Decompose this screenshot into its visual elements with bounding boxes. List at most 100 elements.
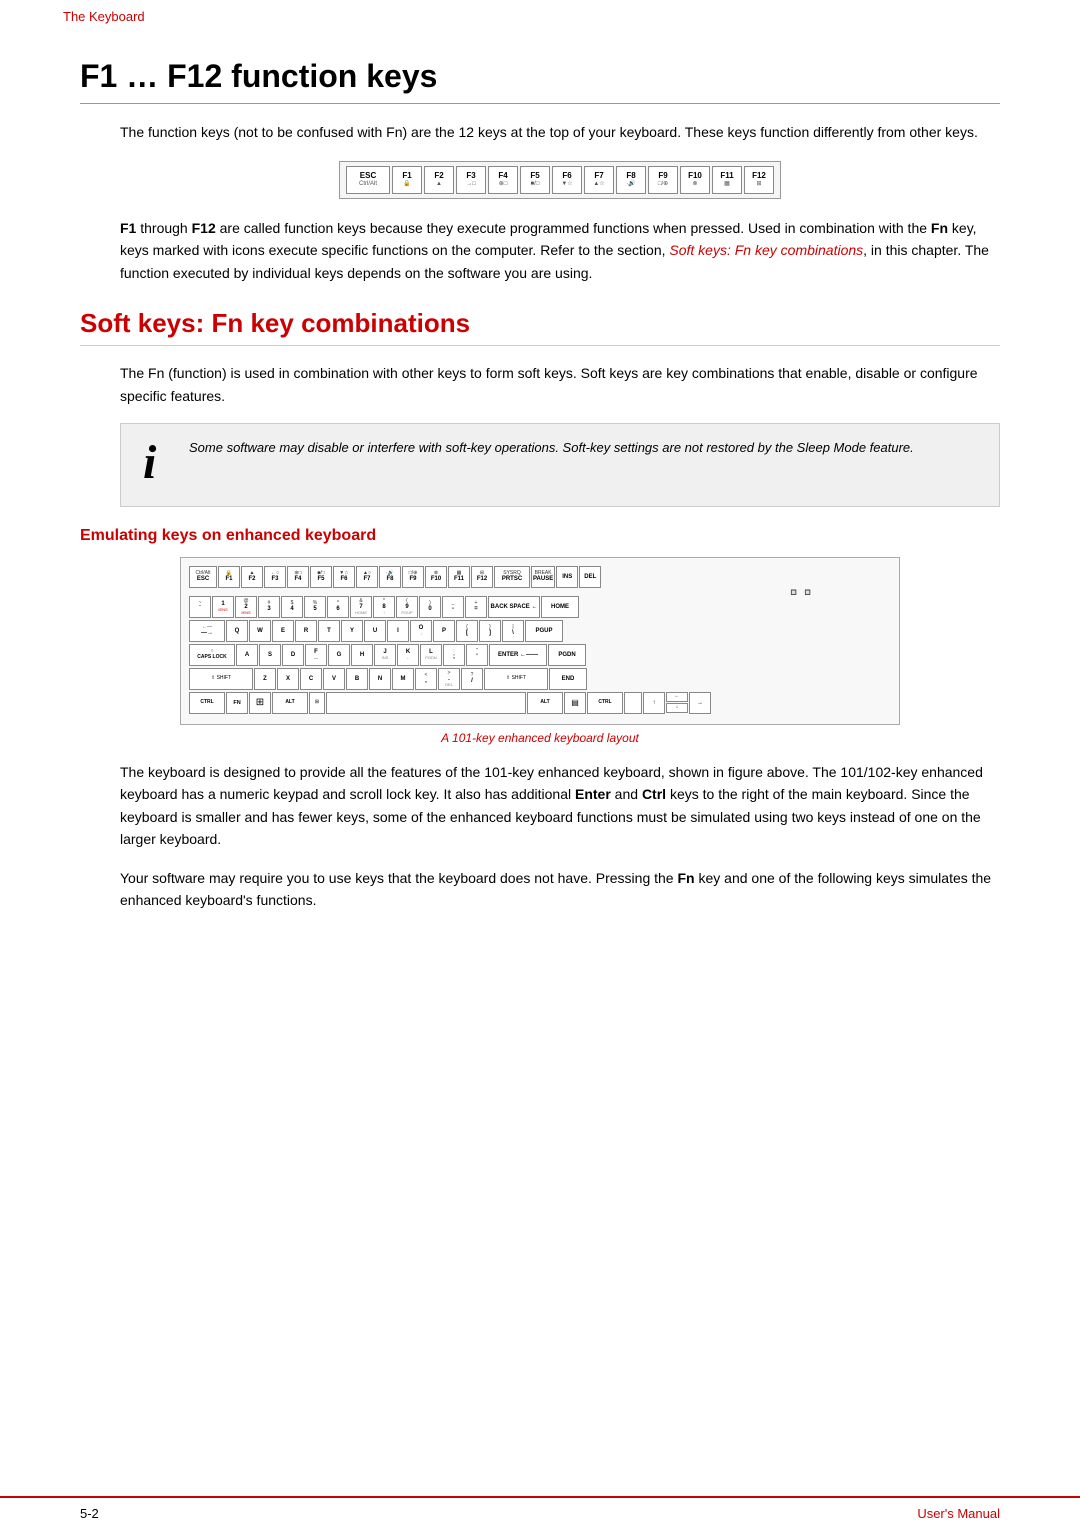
key-f12: F12⊞ (744, 166, 774, 194)
kb-capslock: ○CAPS LOCK (189, 644, 235, 666)
kb-end: END (549, 668, 587, 690)
kb-del: DEL (579, 566, 601, 588)
kb-5: %5 (304, 596, 326, 618)
kb-f11: ▦F11 (448, 566, 470, 588)
svg-text:i: i (143, 436, 157, 482)
key-f2: F2▲ (424, 166, 454, 194)
kb-down: ↓ (666, 703, 688, 713)
kb-1: 1IENS (212, 596, 234, 618)
kb-6: ^6 (327, 596, 349, 618)
kb-enter: ENTER ←—— (489, 644, 547, 666)
kb-comma: <, (415, 668, 437, 690)
kb-menu: ▤ (564, 692, 586, 714)
kb-v: V (323, 668, 345, 690)
kb-prtsc: SYSRQPRTSC (494, 566, 530, 588)
key-f9: F9□/⊕ (648, 166, 678, 194)
kb-rbracket: }] (479, 620, 501, 642)
kb-p: P (433, 620, 455, 642)
kb-ctrl: CTRL (189, 692, 225, 714)
breadcrumb-link[interactable]: The Keyboard (63, 9, 145, 24)
kb-f9: □/⊕F9 (402, 566, 424, 588)
kb-esc: Ctrl/AltESC (189, 566, 217, 588)
kb-backslash: |\ (502, 620, 524, 642)
key-f6: F6▼☆ (552, 166, 582, 194)
kb-f3: ←○F3 (264, 566, 286, 588)
kb-ins: INS (556, 566, 578, 588)
kb-7: &7HOME (350, 596, 372, 618)
kb-f8: ·🔊F8 (379, 566, 401, 588)
body-paragraph-1: F1 through F12 are called function keys … (120, 217, 1000, 284)
kb-backspace: BACK SPACE ← (488, 596, 540, 618)
kb-x: X (277, 668, 299, 690)
body-paragraph-3: Your software may require you to use key… (120, 867, 1000, 912)
kb-win: ⊞ (249, 692, 271, 714)
kb-lshift: ⇧ SHIFT (189, 668, 253, 690)
kb-bottom-row: CTRL FN ⊞ ALT ⊞ ALT ▤ CTRL ↑ ← ↓ → (189, 692, 891, 714)
kb-8: *8↑ (373, 596, 395, 618)
kb-spacer (624, 692, 642, 714)
main-content: F1 … F12 function keys The function keys… (0, 28, 1080, 987)
kb-9: (9PGUP (396, 596, 418, 618)
kb-2: @2IENS (235, 596, 257, 618)
kb-jpn: ⊞ (309, 692, 325, 714)
kb-space (326, 692, 526, 714)
key-esc: ESCCtrl/Alt (346, 166, 390, 194)
kb-pgdn: PGDN (548, 644, 586, 666)
kb-rctrl: CTRL (587, 692, 623, 714)
kb-right: → (689, 692, 711, 714)
kb-o: O↓ (410, 620, 432, 642)
key-f4: F4⊕□ (488, 166, 518, 194)
keyboard-diagram: Ctrl/AltESC 🔒F1 ▲F2 ←○F3 ⊕□F4 ■/□F5 ▼☆F6… (180, 557, 900, 725)
kb-rshift: ⇧ SHIFT (484, 668, 548, 690)
kb-w: W (249, 620, 271, 642)
key-f1: F1🔒 (392, 166, 422, 194)
kb-f5: ■/□F5 (310, 566, 332, 588)
kb-n: N (369, 668, 391, 690)
kb-plus: += (465, 596, 487, 618)
kb-t: T (318, 620, 340, 642)
intro-paragraph: The function keys (not to be confused wi… (120, 122, 1000, 143)
kb-l: LPGDN (420, 644, 442, 666)
kb-home: HOME (541, 596, 579, 618)
kb-c: C (300, 668, 322, 690)
kb-q: Q (226, 620, 248, 642)
kb-k: K← (397, 644, 419, 666)
info-icon: i (137, 434, 173, 492)
kb-f: F— (305, 644, 327, 666)
kb-zxcv-row: ⇧ SHIFT Z X C V B N M <, >.DEL ?/ ⇧ SHIF… (189, 668, 891, 690)
sub-heading: Emulating keys on enhanced keyboard (80, 527, 1000, 545)
kb-f12: ⊞F12 (471, 566, 493, 588)
kb-f7: ▲○F7 (356, 566, 378, 588)
kb-pgup: PGUP (525, 620, 563, 642)
body-paragraph-2: The keyboard is designed to provide all … (120, 761, 1000, 851)
kb-quote: "' (466, 644, 488, 666)
key-f11: F11▦ (712, 166, 742, 194)
kb-d: D (282, 644, 304, 666)
kb-h: H (351, 644, 373, 666)
kb-s: S (259, 644, 281, 666)
kb-minus: _- (442, 596, 464, 618)
kb-asdf-row: ○CAPS LOCK A S D F— G H JINS K← LPGDN :;… (189, 644, 891, 666)
info-text: Some software may disable or interfere w… (189, 438, 914, 458)
kb-tab: ←——→ (189, 620, 225, 642)
info-box: i Some software may disable or interfere… (120, 423, 1000, 507)
kb-tilde: ~` (189, 596, 211, 618)
kb-b: B (346, 668, 368, 690)
kb-z: Z (254, 668, 276, 690)
footer: 5-2 User's Manual (0, 1496, 1080, 1529)
kb-num-row: ~` 1IENS @2IENS #3 $4 %5 ^6 &7HOME *8↑ (… (189, 596, 891, 618)
manual-title: User's Manual (917, 1506, 1000, 1521)
keyboard-caption: A 101-key enhanced keyboard layout (80, 731, 1000, 745)
kb-semicolon: :; (443, 644, 465, 666)
kb-f10: ⊗F10 (425, 566, 447, 588)
kb-fn: FN (226, 692, 248, 714)
soft-keys-link[interactable]: Soft keys: Fn key combinations (669, 242, 863, 258)
kb-y: Y (341, 620, 363, 642)
function-keys-diagram: ESCCtrl/Alt F1🔒 F2▲ F3→□ F4⊕□ F5■/□ F6▼☆… (120, 161, 1000, 199)
kb-3: #3 (258, 596, 280, 618)
kb-f2: ▲F2 (241, 566, 263, 588)
kb-r: R (295, 620, 317, 642)
key-f10: F10⊗ (680, 166, 710, 194)
kb-f1: 🔒F1 (218, 566, 240, 588)
kb-g: G (328, 644, 350, 666)
